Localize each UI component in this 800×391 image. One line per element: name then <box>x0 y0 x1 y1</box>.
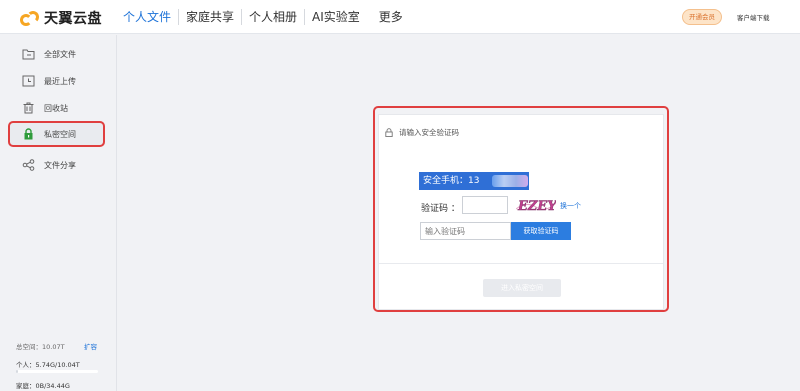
get-code-button[interactable]: 获取验证码 <box>511 222 571 240</box>
nav-more[interactable]: 更多 <box>367 9 410 25</box>
client-download-link[interactable]: 客户端下载 <box>737 12 770 22</box>
refresh-captcha-link[interactable]: 换一个 <box>560 201 581 211</box>
trash-icon <box>23 102 34 114</box>
dialog-title: 请输入安全验证码 <box>399 128 459 137</box>
personal-space-label: 个人：5.74G/10.04T <box>16 361 80 369</box>
total-space-label: 总空间：10.07T <box>16 343 65 351</box>
nav-ai-lab[interactable]: AI实验室 <box>304 9 367 25</box>
sidebar-item-label: 私密空间 <box>44 129 76 139</box>
main-nav: 个人文件 家庭共享 个人相册 AI实验室 更多 <box>116 0 410 34</box>
expand-storage-link[interactable]: 扩容 <box>84 341 97 351</box>
sidebar-item-label: 回收站 <box>44 103 68 113</box>
sidebar-item-label: 文件分享 <box>44 160 76 170</box>
folder-icon <box>22 49 35 60</box>
sidebar-item-recycle-bin[interactable]: 回收站 <box>0 95 117 121</box>
redacted-phone-digits <box>492 175 528 187</box>
vip-button[interactable]: 开通会员 <box>682 9 722 25</box>
personal-space-progress <box>16 370 98 373</box>
lock-icon <box>385 128 393 137</box>
dialog-header: 请输入安全验证码 <box>385 127 459 138</box>
dialog-divider <box>379 263 663 264</box>
security-phone-label: 安全手机：13 <box>423 176 480 186</box>
share-icon <box>22 159 35 171</box>
sidebar-item-file-share[interactable]: 文件分享 <box>0 152 117 178</box>
top-navbar: 天翼云盘 个人文件 家庭共享 个人相册 AI实验室 更多 开通会员 客户端下载 <box>0 0 800 34</box>
sidebar-item-recent-upload[interactable]: 最近上传 <box>0 68 117 94</box>
nav-personal-files[interactable]: 个人文件 <box>116 9 178 25</box>
sidebar-item-label: 最近上传 <box>44 76 76 86</box>
sidebar-item-all-files[interactable]: 全部文件 <box>0 41 117 67</box>
captcha-input[interactable] <box>462 196 508 214</box>
sidebar-item-label: 全部文件 <box>44 49 76 59</box>
captcha-label: 验证码 ： <box>421 204 460 214</box>
lock-icon <box>24 128 33 140</box>
security-phone: 安全手机：13 <box>419 172 529 190</box>
nav-personal-album[interactable]: 个人相册 <box>241 9 304 25</box>
sidebar: 全部文件 最近上传 回收站 私密空间 文件分享 总空间：10.07T 扩容 个人… <box>0 35 117 391</box>
family-space-label: 家庭：0B/34.44G <box>16 382 70 390</box>
progress-fill <box>16 370 18 373</box>
captcha-image[interactable]: EZEY <box>516 195 556 215</box>
brand-logo[interactable]: 天翼云盘 <box>18 8 102 28</box>
nav-family-share[interactable]: 家庭共享 <box>178 9 241 25</box>
cloud-logo-icon <box>18 10 40 26</box>
captcha-text: EZEY <box>517 199 556 214</box>
security-verification-dialog: 请输入安全验证码 安全手机：13 验证码 ： EZEY 换一个 获取验证码 进入… <box>378 114 664 310</box>
enter-private-space-button[interactable]: 进入私密空间 <box>483 279 561 297</box>
clock-icon <box>22 75 35 87</box>
sidebar-item-private-space[interactable]: 私密空间 <box>8 121 105 147</box>
brand-name: 天翼云盘 <box>44 11 102 27</box>
sms-code-input[interactable] <box>420 222 511 240</box>
